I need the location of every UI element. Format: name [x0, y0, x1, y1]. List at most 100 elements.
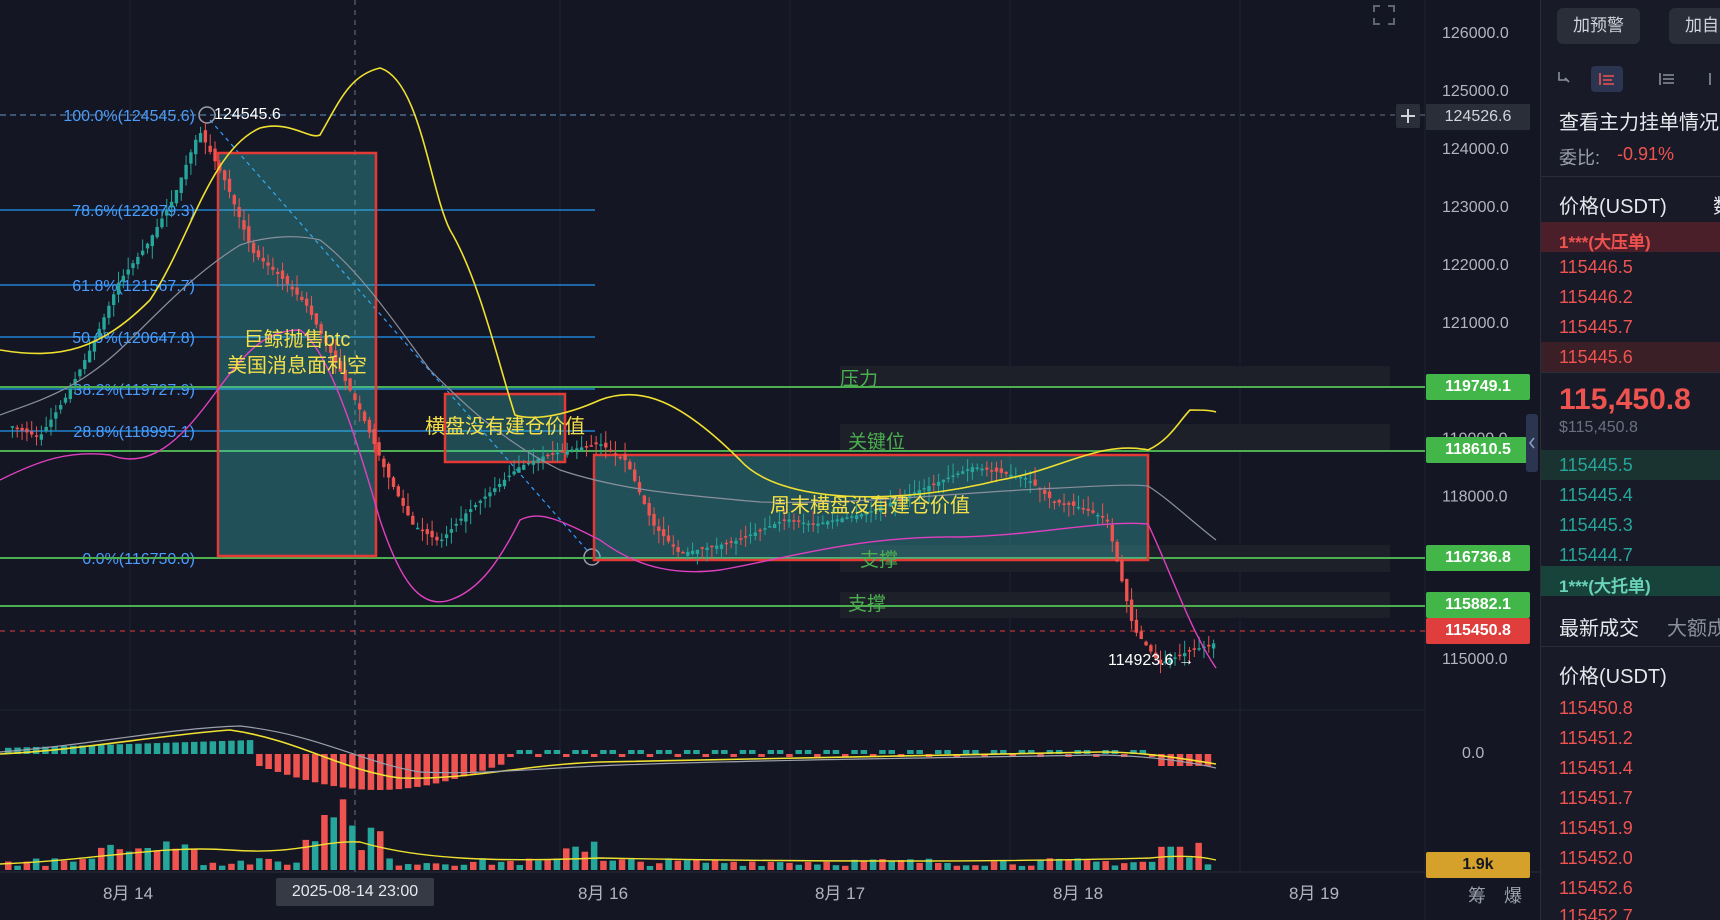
- candle[interactable]: [526, 462, 531, 465]
- candle[interactable]: [435, 536, 439, 541]
- candle[interactable]: [604, 442, 608, 448]
- candle[interactable]: [107, 305, 111, 318]
- candle[interactable]: [758, 529, 762, 532]
- candle[interactable]: [232, 195, 237, 205]
- candle[interactable]: [531, 460, 536, 465]
- candle[interactable]: [136, 256, 140, 265]
- candle[interactable]: [63, 397, 68, 403]
- candle[interactable]: [83, 360, 87, 370]
- candle[interactable]: [1091, 510, 1095, 513]
- candle[interactable]: [488, 492, 492, 497]
- candle[interactable]: [642, 495, 647, 504]
- candle[interactable]: [989, 470, 994, 472]
- candle[interactable]: [941, 479, 946, 483]
- candle[interactable]: [213, 148, 217, 162]
- candle[interactable]: [555, 452, 560, 455]
- add-alert-plus-icon[interactable]: [1396, 104, 1420, 128]
- candle[interactable]: [454, 523, 458, 526]
- candle[interactable]: [705, 547, 709, 551]
- candle[interactable]: [280, 270, 285, 279]
- candle[interactable]: [715, 545, 719, 549]
- candle[interactable]: [116, 282, 121, 295]
- candle[interactable]: [734, 540, 738, 544]
- candle[interactable]: [763, 528, 767, 530]
- candle[interactable]: [825, 521, 830, 525]
- bid-row[interactable]: 115445.4: [1541, 480, 1720, 510]
- candle[interactable]: [724, 542, 729, 545]
- candle[interactable]: [497, 484, 502, 487]
- candle[interactable]: [975, 467, 979, 470]
- bid-row[interactable]: 115445.5: [1541, 450, 1720, 480]
- candle[interactable]: [1023, 478, 1028, 480]
- candle[interactable]: [222, 170, 227, 181]
- candle[interactable]: [676, 547, 680, 552]
- candle[interactable]: [912, 492, 917, 494]
- candle[interactable]: [227, 178, 232, 192]
- candle[interactable]: [932, 483, 936, 486]
- candle[interactable]: [594, 442, 598, 445]
- candle[interactable]: [1120, 560, 1124, 582]
- candle[interactable]: [1076, 506, 1081, 509]
- candle[interactable]: [787, 519, 791, 522]
- fullscreen-icon[interactable]: [1370, 2, 1398, 26]
- candle[interactable]: [10, 426, 15, 428]
- candle[interactable]: [1057, 499, 1061, 503]
- candle[interactable]: [309, 305, 314, 316]
- candle[interactable]: [396, 486, 401, 497]
- candle[interactable]: [1105, 519, 1110, 522]
- candle[interactable]: [49, 419, 53, 427]
- candle[interactable]: [478, 500, 483, 503]
- bid-row[interactable]: 115445.3: [1541, 510, 1720, 540]
- candle[interactable]: [922, 488, 926, 490]
- candle[interactable]: [160, 218, 164, 228]
- candle[interactable]: [1125, 578, 1129, 602]
- candle[interactable]: [671, 544, 675, 547]
- candle[interactable]: [304, 298, 309, 306]
- candle[interactable]: [599, 444, 603, 446]
- candle[interactable]: [546, 454, 550, 457]
- candle[interactable]: [985, 467, 989, 470]
- candle[interactable]: [314, 313, 319, 325]
- candle[interactable]: [946, 477, 950, 480]
- tab-large-trades[interactable]: 大额成: [1667, 612, 1720, 641]
- candle[interactable]: [633, 469, 637, 481]
- candle[interactable]: [772, 524, 777, 528]
- candle[interactable]: [300, 296, 304, 300]
- candle[interactable]: [372, 429, 376, 445]
- candle[interactable]: [777, 521, 782, 524]
- candle[interactable]: [169, 201, 174, 208]
- tab-latest-trades[interactable]: 最新成交: [1559, 612, 1639, 641]
- candle[interactable]: [386, 463, 391, 478]
- candle[interactable]: [956, 473, 960, 475]
- candle[interactable]: [483, 496, 487, 499]
- candle[interactable]: [980, 468, 984, 471]
- candle[interactable]: [493, 488, 497, 492]
- candle[interactable]: [628, 461, 632, 470]
- candle[interactable]: [358, 403, 362, 410]
- candle[interactable]: [425, 529, 429, 535]
- candle[interactable]: [647, 503, 651, 516]
- candle[interactable]: [613, 453, 618, 455]
- candle[interactable]: [623, 453, 627, 461]
- candle[interactable]: [686, 551, 690, 556]
- candle[interactable]: [362, 411, 367, 422]
- candle[interactable]: [1067, 502, 1071, 505]
- candle[interactable]: [247, 226, 251, 243]
- candle[interactable]: [353, 393, 357, 400]
- candle[interactable]: [1100, 516, 1105, 518]
- ask-row[interactable]: 115445.7: [1541, 312, 1720, 342]
- candle[interactable]: [565, 450, 569, 455]
- candle[interactable]: [517, 467, 521, 473]
- candle[interactable]: [261, 257, 265, 262]
- ask-row[interactable]: 115446.2: [1541, 282, 1720, 312]
- candle[interactable]: [68, 388, 72, 400]
- candle[interactable]: [507, 475, 511, 478]
- candle[interactable]: [743, 536, 748, 538]
- candle[interactable]: [1062, 503, 1066, 505]
- orderbook-split-icon[interactable]: [1591, 66, 1623, 92]
- candle[interactable]: [512, 471, 516, 475]
- candle[interactable]: [102, 317, 106, 330]
- candle[interactable]: [1096, 514, 1100, 517]
- candle[interactable]: [970, 467, 975, 473]
- candle[interactable]: [194, 139, 198, 155]
